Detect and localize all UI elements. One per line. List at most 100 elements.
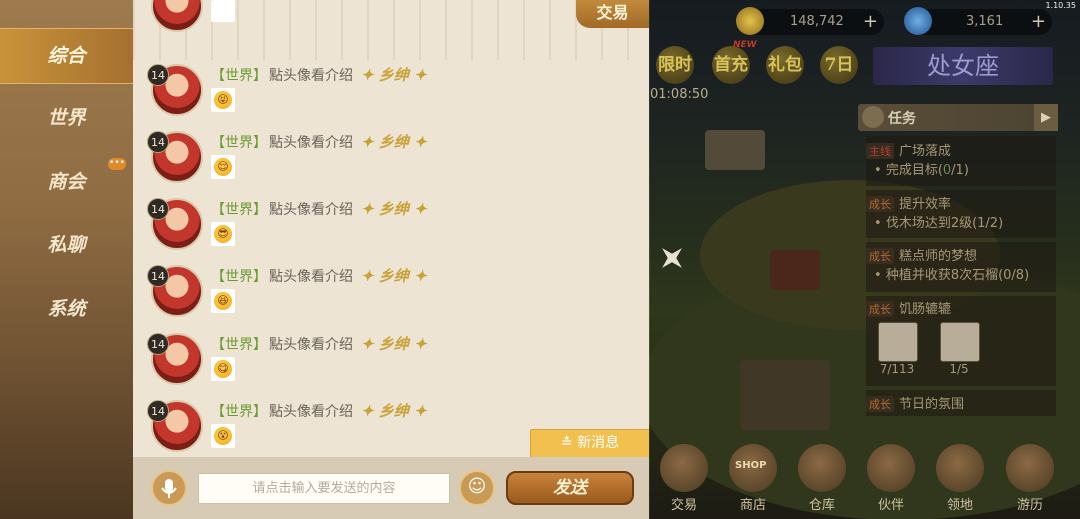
task-tag: 成长 [866, 196, 894, 212]
tongue-emoji-icon: 😝 [214, 91, 232, 109]
level-badge: 14 [147, 64, 169, 86]
nav-warehouse-button[interactable]: 仓库 [796, 444, 848, 514]
gold-coin-icon [736, 7, 764, 35]
task-item[interactable]: 成长 糕点师的梦想 • 种植并收获8次石榴(0/8) [866, 242, 1056, 292]
title-badge: ✦ 乡绅 ✦ [361, 66, 427, 84]
emoji-picker-icon[interactable]: ☺ [459, 470, 495, 506]
channel-label: 【世界】 [211, 269, 267, 285]
gold-resource: 148,742 + [736, 7, 884, 35]
event-timer: 01:08:50 [650, 87, 709, 102]
shop-sign: SHOP [735, 460, 767, 471]
emoji [211, 0, 235, 22]
username[interactable]: 點头像看介绍 [269, 404, 353, 420]
title-badge: ✦ 乡绅 ✦ [361, 335, 427, 353]
channel-label: 【世界】 [211, 337, 267, 353]
microphone-icon[interactable] [151, 470, 187, 506]
task-tag: 主线 [866, 143, 894, 159]
task-title: 任务 [888, 111, 916, 127]
emoji: 😌 [211, 155, 235, 179]
chat-panel: 交易 14 【世界】 點头像看介绍 ✦ 乡绅 ✦ 😝 14 【世界】 點头像看介绍 ✦ … [133, 0, 649, 519]
diamond-value: 3,161 [966, 14, 1004, 29]
title-badge: ✦ 乡绅 ✦ [361, 133, 427, 151]
emoji: 😎 [211, 222, 235, 246]
level-badge: 14 [147, 198, 169, 220]
task-panel: 任务 ▶ 主线 广场落成 • 完成目标(0/1) 成长 提升效率 • 伐木场达到2级… [858, 104, 1058, 434]
task-tag: 成长 [866, 248, 894, 264]
task-item[interactable]: 成长 节日的氛围 [866, 390, 1056, 416]
event-gift-pack-button[interactable]: 礼包 [766, 46, 804, 84]
task-expand-arrow-icon[interactable]: ▶ [1034, 104, 1058, 131]
title-badge: ✦ 乡绅 ✦ [361, 402, 427, 420]
nav-partner-button[interactable]: 伙伴 [865, 444, 917, 514]
level-badge: 14 [147, 131, 169, 153]
task-name: 提升效率 [899, 197, 952, 212]
diamond-icon [904, 7, 932, 35]
level-badge: 14 [147, 265, 169, 287]
task-header[interactable]: 任务 ▶ [858, 104, 1058, 131]
flower-icon [940, 322, 980, 362]
username[interactable]: 點头像看介绍 [269, 337, 353, 353]
task-desc: • 种植并收获8次石榴(0/8) [874, 268, 1030, 283]
task-desc: • 伐木场达到2级(1/2) [874, 216, 1004, 231]
nav-shop-button[interactable]: SHOP 商店 [727, 444, 779, 514]
event-seven-day-button[interactable]: 7日 [820, 46, 858, 84]
emoji: 😝 [211, 88, 235, 112]
task-name: 饥肠辘辘 [899, 302, 952, 317]
emoji: 😆 [211, 289, 235, 313]
event-first-charge-button[interactable]: 首充 [712, 46, 750, 84]
slot-count: 7/113 [879, 362, 915, 376]
version-label: 1.10.35 [1045, 1, 1076, 10]
new-messages-button[interactable]: ≛ 新消息 [530, 429, 649, 458]
username[interactable]: 點头像看介绍 [269, 202, 353, 218]
username[interactable]: 點头像看介绍 [269, 68, 353, 84]
slot-count: 1/5 [949, 362, 969, 376]
tab-world[interactable]: 世界 [0, 91, 133, 145]
avatar[interactable] [151, 0, 203, 32]
level-badge: 14 [147, 400, 169, 422]
task-name: 糕点师的梦想 [899, 249, 978, 264]
double-chevron-down-icon: ≛ [560, 435, 573, 451]
task-tag: 成长 [866, 396, 894, 412]
sunglasses-emoji-icon: 😎 [214, 225, 232, 243]
task-item[interactable]: 主线 广场落成 • 完成目标(0/1) [866, 136, 1056, 186]
channel-label: 【世界】 [211, 404, 267, 420]
add-gold-button[interactable]: + [863, 12, 878, 32]
chat-message: 14 【世界】 點头像看介绍 ✦ 乡绅 ✦ 😝 [147, 64, 631, 128]
dizzy-emoji-icon: 😵 [214, 427, 232, 445]
tab-system[interactable]: 系统 [0, 282, 133, 336]
channel-label: 【世界】 [211, 135, 267, 151]
chat-message: 14 【世界】 點头像看介绍 ✦ 乡绅 ✦ 😎 [147, 198, 631, 262]
travel-icon [1006, 444, 1054, 492]
task-item[interactable]: 成长 饥肠辘辘 7/113 1/5 [866, 296, 1056, 386]
new-badge: NEW [733, 40, 757, 50]
laugh-emoji-icon: 😆 [214, 292, 232, 310]
username[interactable]: 點头像看介绍 [269, 269, 353, 285]
level-badge: 14 [147, 333, 169, 355]
task-name: 广场落成 [899, 144, 952, 159]
event-limited-button[interactable]: 限时 [656, 46, 694, 84]
username[interactable]: 點头像看介绍 [269, 135, 353, 151]
add-diamond-button[interactable]: + [1031, 12, 1046, 32]
chat-input[interactable]: 请点击输入要发送的内容 [198, 473, 450, 504]
close-chat-icon[interactable] [656, 242, 688, 274]
chat-message-partial [151, 0, 631, 44]
send-button[interactable]: 发送 [506, 471, 634, 505]
yum-emoji-icon: 😋 [214, 360, 232, 378]
task-desc: • 完成目标(0/1) [874, 163, 969, 178]
emoji: 😵 [211, 424, 235, 448]
territory-icon [936, 444, 984, 492]
nav-trade-button[interactable]: 交易 [658, 444, 710, 514]
guild-badge: ••• [108, 158, 126, 170]
channel-sidebar: 综合 世界 商会 ••• 私聊 系统 [0, 0, 133, 519]
relieved-emoji-icon: 😌 [214, 158, 232, 176]
nav-travel-button[interactable]: 游历 [1004, 444, 1056, 514]
emoji: 😋 [211, 357, 235, 381]
nav-territory-button[interactable]: 领地 [934, 444, 986, 514]
title-badge: ✦ 乡绅 ✦ [361, 200, 427, 218]
zodiac-banner[interactable]: 处女座 [873, 47, 1053, 85]
chat-message: 14 【世界】 點头像看介绍 ✦ 乡绅 ✦ 😌 [147, 131, 631, 195]
tab-private-chat[interactable]: 私聊 [0, 218, 133, 272]
task-item[interactable]: 成长 提升效率 • 伐木场达到2级(1/2) [866, 190, 1056, 238]
task-name: 节日的氛围 [899, 397, 965, 412]
tab-general[interactable]: 综合 [0, 28, 133, 84]
